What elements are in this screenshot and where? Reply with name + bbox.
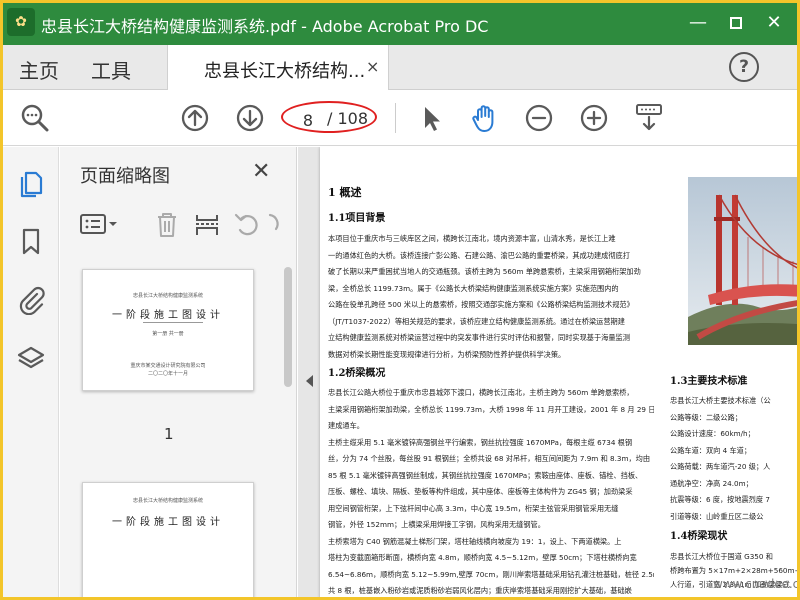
rotate-counterclockwise-icon[interactable] — [232, 209, 262, 239]
thumb1-date: 二〇二〇年十一月 — [147, 371, 188, 377]
text-line: 立结构健康监测系统对桥梁运营过程中的突发事件进行实时评估和报警，同时实现基于海量… — [328, 333, 630, 342]
text-line: 公路车道：双向 4 车道； — [670, 445, 752, 455]
keyboard-scroll-icon[interactable] — [633, 102, 665, 134]
document-tab-label: 忠县长江大桥结构... — [204, 61, 366, 82]
watermark-text: www.cnadeo.com — [713, 577, 797, 591]
text-line: 忠县长江公路大桥位于重庆市忠县城郊下渡口，横跨长江南北，主桥主跨为 560m 单… — [328, 388, 634, 397]
text-line: 一的通体红色的大桥。该桥连接广彭公路、石建公路、渝巴公路的重要桥梁，其成功建成彻… — [328, 250, 630, 260]
thumb1-top-text: 忠县长江大桥结构健康监测系统 — [132, 293, 203, 299]
text-line: 抗震等级：6 度，按地震烈度 7 — [670, 495, 770, 504]
text-line: 忠县长江大桥位于国道 G350 和 — [670, 552, 773, 561]
attachments-icon[interactable] — [15, 283, 47, 315]
select-arrow-icon[interactable] — [415, 102, 447, 134]
maximize-button[interactable] — [721, 9, 751, 37]
panel-scrollbar-thumb[interactable] — [284, 267, 292, 387]
zoom-search-icon[interactable] — [19, 102, 51, 134]
text-line: 数据对桥梁长期性能变现规律进行分析，为桥梁预防性养护提供科学决策。 — [328, 349, 566, 359]
thumb1-divider — [143, 322, 203, 323]
extract-pages-icon[interactable] — [192, 209, 222, 239]
close-panel-button[interactable]: ✕ — [252, 159, 270, 184]
collapse-panel-arrow-icon[interactable] — [306, 375, 313, 387]
heading-overview: 1 概述 — [328, 186, 362, 199]
tab-home[interactable]: 主页 — [19, 55, 59, 84]
text-line: 6.54~6.86m，顺桥向宽 5.12~5.99m,壁厚 70cm，刚川岸索塔… — [328, 569, 654, 579]
thumb1-footer: 重庆市某交通设计研究院有限公司 — [130, 363, 206, 369]
text-line: （JT/T1037-2022）等相关规范的要求，该桥应建立结构健康监测系统。通过… — [328, 316, 625, 326]
text-line: 梁，全桥总长 1199.73m。属于《公路长大桥梁结构健康监测系统实施方案》实施… — [328, 283, 619, 293]
hand-tool-icon[interactable] — [469, 102, 501, 134]
thumbnail-page-number: 1 — [164, 425, 174, 443]
text-line: 引道等级：山岭重丘区二级公 — [670, 511, 764, 521]
title-bar: ✿ 忠县长江大桥结构健康监测系统.pdf - Adobe Acrobat Pro… — [3, 3, 797, 45]
thumb2-top-text: 忠县长江大桥结构健康监测系统 — [132, 498, 203, 504]
zoom-in-icon[interactable] — [578, 102, 610, 134]
text-line: 钢管，外径 152mm；上横梁采用焊接工字钢，风构采用无缝钢管。 — [328, 520, 545, 529]
red-annotation-ellipse — [281, 101, 377, 133]
text-line: 桥跨布置为 5×17m+2×28m+560m+ — [670, 566, 797, 575]
text-line: 用空间钢管桁架，上下弦杆间中心高 3.3m，中心宽 19.5m，桁架主弦管采用钢… — [328, 503, 619, 513]
tab-bar: 主页 工具 忠县长江大桥结构... × ? — [3, 45, 797, 90]
rotate-clockwise-icon[interactable] — [268, 209, 282, 239]
help-button[interactable]: ? — [729, 52, 759, 82]
text-line: 破了长期以来严重困扰当地人的交通瓶颈。该桥主跨为 560m 单跨悬索桥，主梁采用… — [328, 267, 641, 276]
text-line: 公路在役单孔跨径 500 米以上的悬索桥，按照交通部实施方案和《公路桥梁结构监测… — [328, 300, 634, 309]
thumbnail-panel-title: 页面缩略图 — [80, 166, 170, 187]
document-view[interactable]: 1 概述 1.1项目背景 本项目位于重庆市与三峡库区之间，横跨长江南北，境内资源… — [298, 147, 797, 597]
previous-page-icon[interactable] — [179, 102, 211, 134]
page-thumbnails-icon[interactable] — [15, 167, 47, 199]
toolbar: / 108 — [3, 91, 797, 146]
text-line: 压板、螺栓、填块、隔板、垫板等构件组成，其中座体、座板等主体构件为 ZG45 钢… — [328, 487, 633, 496]
bridge-photo — [688, 177, 797, 345]
page-thumbnail-2[interactable]: 忠县长江大桥结构健康监测系统 一阶段施工图设计 — [82, 482, 254, 597]
page-thumbnail-1[interactable]: 忠县长江大桥结构健康监测系统 一阶段施工图设计 第一册 共一册 重庆市某交通设计… — [82, 269, 254, 391]
text-line: 塔柱为变截面箱形断面，横桥向宽 4.8m，顺桥向宽 4.5~5.12m，壁厚 5… — [328, 553, 637, 562]
pdf-page: 1 概述 1.1项目背景 本项目位于重庆市与三峡库区之间，横跨长江南北，境内资源… — [320, 147, 797, 597]
heading-bridge-status: 1.4桥梁现状 — [670, 531, 728, 542]
thumbnail-toolbar — [60, 195, 297, 255]
window-title: 忠县长江大桥结构健康监测系统.pdf - Adobe Acrobat Pro D… — [41, 17, 489, 36]
heading-bridge: 1.2桥梁概况 — [328, 368, 386, 379]
text-line: 丝，分为 74 个丝股，每丝股 91 根钢丝；全桥共设 68 对吊杆，相互间间距… — [328, 454, 651, 463]
thumbnail-panel: 页面缩略图 ✕ 忠县长江大桥结构健康监测系统 一阶段施工图设计 第一册 共一册 … — [60, 147, 297, 597]
thumb1-sub: 第一册 共一册 — [152, 331, 184, 337]
left-navigation-rail — [3, 147, 59, 597]
text-line: 85 根 5.1 毫米镀锌高强钢丝制成，其钢丝抗拉强度 1670MPa；索鞍由座… — [328, 470, 643, 480]
text-line: 公路等级：二级公路； — [670, 412, 742, 422]
heading-background: 1.1项目背景 — [328, 213, 386, 224]
delete-page-icon[interactable] — [152, 209, 182, 239]
text-line: 公路荷载：两车道汽-20 级；人 — [670, 462, 771, 471]
text-line: 公路设计速度：60km/h； — [670, 429, 755, 438]
tab-document[interactable]: 忠县长江大桥结构... × — [167, 45, 389, 90]
zoom-out-icon[interactable] — [523, 102, 555, 134]
layers-icon[interactable] — [15, 343, 47, 375]
tab-tools[interactable]: 工具 — [91, 55, 131, 84]
next-page-icon[interactable] — [234, 102, 266, 134]
app-window: ✿ 忠县长江大桥结构健康监测系统.pdf - Adobe Acrobat Pro… — [0, 0, 800, 600]
text-line: 通航净空：净高 24.0m； — [670, 478, 753, 488]
bookmarks-icon[interactable] — [15, 225, 47, 257]
toolbar-divider — [395, 103, 396, 133]
maximize-icon — [730, 17, 742, 29]
text-line: 主桥主缆采用 5.1 毫米镀锌高强钢丝平行编索，钢丝抗拉强度 1670MPa，每… — [328, 437, 633, 447]
text-line: 忠县长江大桥主要技术标准（公 — [670, 396, 771, 405]
text-line: 共 8 根，桩基嵌入粉砂岩或泥质粉砂岩弱风化层内；重庆岸索塔基础采用刚挖扩大基础… — [328, 586, 632, 595]
close-window-button[interactable]: ✕ — [759, 9, 789, 37]
options-menu-icon[interactable] — [78, 209, 120, 239]
thumb1-title: 一阶段施工图设计 — [112, 310, 224, 321]
text-line: 主梁采用钢箱桁架加劲梁，全桥总长 1199.73m，大桥 1998 年 11 月… — [328, 404, 654, 414]
minimize-button[interactable]: — — [683, 9, 713, 37]
text-line: 建成通车。 — [328, 421, 364, 430]
text-line: 主桥索塔为 C40 钢筋混凝土梯形门架，塔柱轴线横向坡度为 19：1，设上、下两… — [328, 536, 622, 546]
heading-tech-standards: 1.3主要技术标准 — [670, 376, 748, 387]
text-line: 本项目位于重庆市与三峡库区之间，横跨长江南北，境内资源丰富，山清水秀，是长江上难 — [328, 234, 616, 243]
thumb2-title: 一阶段施工图设计 — [112, 517, 224, 528]
app-logo-icon: ✿ — [7, 8, 35, 36]
close-tab-button[interactable]: × — [366, 57, 379, 76]
